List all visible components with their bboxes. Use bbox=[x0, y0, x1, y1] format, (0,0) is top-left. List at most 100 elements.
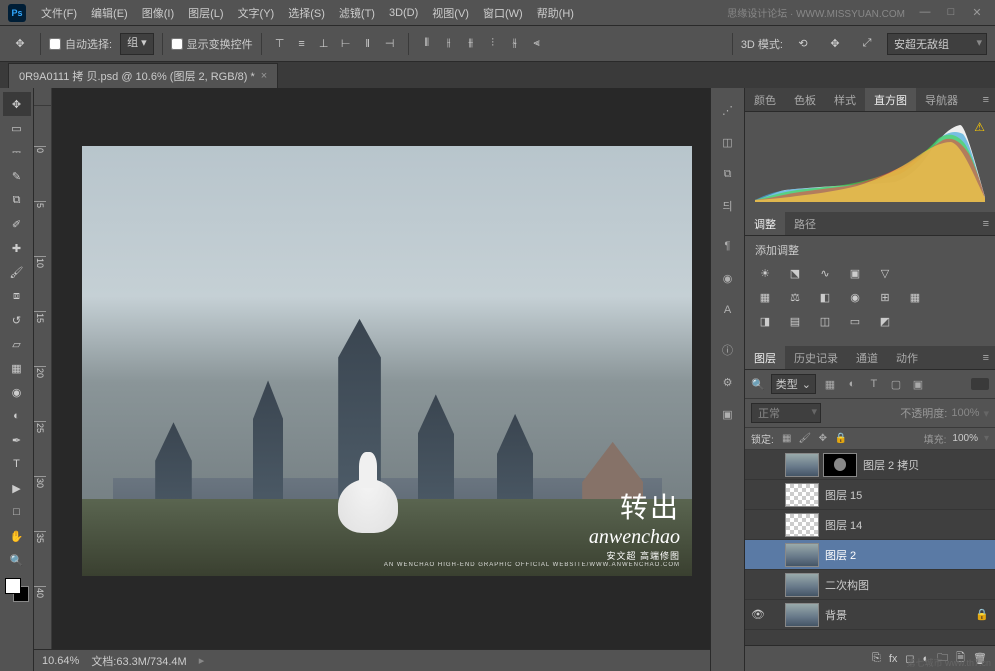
menu-window[interactable]: 窗口(W) bbox=[476, 5, 530, 21]
foreground-color-swatch[interactable] bbox=[5, 578, 21, 594]
hand-tool[interactable]: ✋ bbox=[3, 524, 31, 548]
layer-row[interactable]: 图层 2 bbox=[745, 540, 995, 570]
layer-row[interactable]: 二次构图 bbox=[745, 570, 995, 600]
gradient-map-icon[interactable]: ▭ bbox=[845, 312, 865, 330]
tab-styles[interactable]: 样式 bbox=[825, 88, 865, 111]
invert-icon[interactable]: ◨ bbox=[755, 312, 775, 330]
align-left-icon[interactable]: ⊢ bbox=[336, 34, 356, 54]
zoom-level[interactable]: 10.64% bbox=[42, 655, 79, 667]
crop-tool[interactable]: ⧉ bbox=[3, 188, 31, 212]
auto-select-checkbox[interactable]: 自动选择: bbox=[49, 36, 112, 52]
layer-thumbnail[interactable] bbox=[785, 573, 819, 597]
eraser-tool[interactable]: ▱ bbox=[3, 332, 31, 356]
align-bottom-icon[interactable]: ⊥ bbox=[314, 34, 334, 54]
rectangle-tool[interactable]: □ bbox=[3, 500, 31, 524]
align-right-icon[interactable]: ⊣ bbox=[380, 34, 400, 54]
layer-fx-icon[interactable]: fx bbox=[889, 653, 898, 665]
layer-name[interactable]: 图层 15 bbox=[823, 487, 989, 503]
layer-row[interactable]: 图层 2 拷贝 bbox=[745, 450, 995, 480]
3d-panel-icon[interactable]: ▣ bbox=[714, 398, 742, 430]
paragraph-panel-icon[interactable]: ¶ bbox=[714, 230, 742, 262]
layer-mask-thumbnail[interactable] bbox=[823, 453, 857, 477]
ruler-origin[interactable] bbox=[34, 88, 52, 106]
canvas[interactable]: 转出 anwenchao 安文超 高端修图 AN WENCHAO HIGH-EN… bbox=[52, 106, 710, 649]
info-panel-icon[interactable]: ⓘ bbox=[714, 334, 742, 366]
photo-filter-icon[interactable]: ◉ bbox=[845, 288, 865, 306]
layer-row[interactable]: 👁背景🔒 bbox=[745, 600, 995, 630]
selective-color-icon[interactable]: ◩ bbox=[875, 312, 895, 330]
panel-1-menu-icon[interactable]: ≡ bbox=[977, 88, 995, 111]
fill-value[interactable]: 100% bbox=[952, 433, 978, 444]
lock-all-icon[interactable]: 🔒 bbox=[834, 432, 848, 446]
menu-image[interactable]: 图像(I) bbox=[135, 5, 181, 21]
close-button[interactable]: ✕ bbox=[967, 6, 987, 19]
brush-panel-icon[interactable]: ⋰ bbox=[714, 94, 742, 126]
layer-name[interactable]: 二次构图 bbox=[823, 577, 989, 593]
glyph-panel-icon[interactable]: A bbox=[714, 294, 742, 326]
vibrance-icon[interactable]: ▽ bbox=[875, 264, 895, 282]
opacity-value[interactable]: 100% bbox=[951, 407, 979, 419]
layer-row[interactable]: 图层 15 bbox=[745, 480, 995, 510]
menu-select[interactable]: 选择(S) bbox=[281, 5, 332, 21]
auto-select-target-dropdown[interactable]: 组 ▾ bbox=[120, 33, 154, 55]
properties-panel-icon[interactable]: ⚙ bbox=[714, 366, 742, 398]
layer-name[interactable]: 图层 2 拷贝 bbox=[861, 457, 989, 473]
bw-icon[interactable]: ◧ bbox=[815, 288, 835, 306]
layer-row[interactable]: 图层 14 bbox=[745, 510, 995, 540]
menu-help[interactable]: 帮助(H) bbox=[530, 5, 581, 21]
clone-source-icon[interactable]: ⧉ bbox=[714, 158, 742, 190]
zoom-tool[interactable]: 🔍 bbox=[3, 548, 31, 572]
layer-thumbnail[interactable] bbox=[785, 453, 819, 477]
move-tool[interactable]: ✥ bbox=[3, 92, 31, 116]
filter-type-icon[interactable]: T bbox=[866, 376, 882, 392]
posterize-icon[interactable]: ▤ bbox=[785, 312, 805, 330]
layer-thumbnail[interactable] bbox=[785, 483, 819, 507]
tab-adjustments[interactable]: 调整 bbox=[745, 212, 785, 235]
align-top-icon[interactable]: ⊤ bbox=[270, 34, 290, 54]
workspace-dropdown[interactable]: 安超无敌组 bbox=[887, 33, 987, 55]
move-tool-indicator-icon[interactable]: ✥ bbox=[8, 32, 32, 56]
pen-tool[interactable]: ✒ bbox=[3, 428, 31, 452]
color-swatches[interactable] bbox=[3, 576, 31, 604]
distribute-right-icon[interactable]: ⫷ bbox=[527, 34, 547, 54]
dodge-tool[interactable]: ◐ bbox=[3, 404, 31, 428]
layer-name[interactable]: 图层 14 bbox=[823, 517, 989, 533]
distribute-left-icon[interactable]: ⫶ bbox=[483, 34, 503, 54]
panel-2-menu-icon[interactable]: ≡ bbox=[977, 212, 995, 235]
distribute-hcenter-icon[interactable]: ⫳ bbox=[505, 34, 525, 54]
filter-pixel-icon[interactable]: ▦ bbox=[822, 376, 838, 392]
color-balance-icon[interactable]: ⚖ bbox=[785, 288, 805, 306]
status-menu-icon[interactable]: ▸ bbox=[199, 654, 205, 667]
lock-transparency-icon[interactable]: ▦ bbox=[780, 432, 794, 446]
tab-history[interactable]: 历史记录 bbox=[785, 346, 847, 369]
pan-3d-icon[interactable]: ✥ bbox=[823, 32, 847, 56]
color-lookup-icon[interactable]: ▦ bbox=[905, 288, 925, 306]
brightness-contrast-icon[interactable]: ☀ bbox=[755, 264, 775, 282]
layer-name[interactable]: 图层 2 bbox=[823, 547, 989, 563]
layer-thumbnail[interactable] bbox=[785, 603, 819, 627]
filter-adjust-icon[interactable]: ◐ bbox=[844, 376, 860, 392]
clone-stamp-tool[interactable]: ⧈ bbox=[3, 284, 31, 308]
link-layers-icon[interactable]: ⎘ bbox=[872, 652, 881, 665]
healing-brush-tool[interactable]: ✚ bbox=[3, 236, 31, 260]
levels-icon[interactable]: ⬔ bbox=[785, 264, 805, 282]
ruler-vertical[interactable]: 0510152025303540 bbox=[34, 106, 52, 649]
tab-navigator[interactable]: 导航器 bbox=[916, 88, 967, 111]
menu-file[interactable]: 文件(F) bbox=[34, 5, 84, 21]
gradient-tool[interactable]: ▦ bbox=[3, 356, 31, 380]
histogram-warning-icon[interactable]: ⚠ bbox=[974, 120, 985, 134]
type-tool[interactable]: T bbox=[3, 452, 31, 476]
distribute-top-icon[interactable]: ⫴ bbox=[417, 34, 437, 54]
tab-color[interactable]: 颜色 bbox=[745, 88, 785, 111]
distribute-bottom-icon[interactable]: ⫵ bbox=[461, 34, 481, 54]
search-icon[interactable]: 🔍 bbox=[751, 378, 765, 391]
minimize-button[interactable]: — bbox=[915, 6, 935, 19]
menu-type[interactable]: 文字(Y) bbox=[231, 5, 282, 21]
exposure-icon[interactable]: ▣ bbox=[845, 264, 865, 282]
menu-view[interactable]: 视图(V) bbox=[425, 5, 476, 21]
blur-tool[interactable]: ◉ bbox=[3, 380, 31, 404]
hue-sat-icon[interactable]: ▦ bbox=[755, 288, 775, 306]
lasso-tool[interactable]: ⎓ bbox=[3, 140, 31, 164]
character-panel-icon[interactable]: 듸 bbox=[714, 190, 742, 222]
layer-thumbnail[interactable] bbox=[785, 513, 819, 537]
